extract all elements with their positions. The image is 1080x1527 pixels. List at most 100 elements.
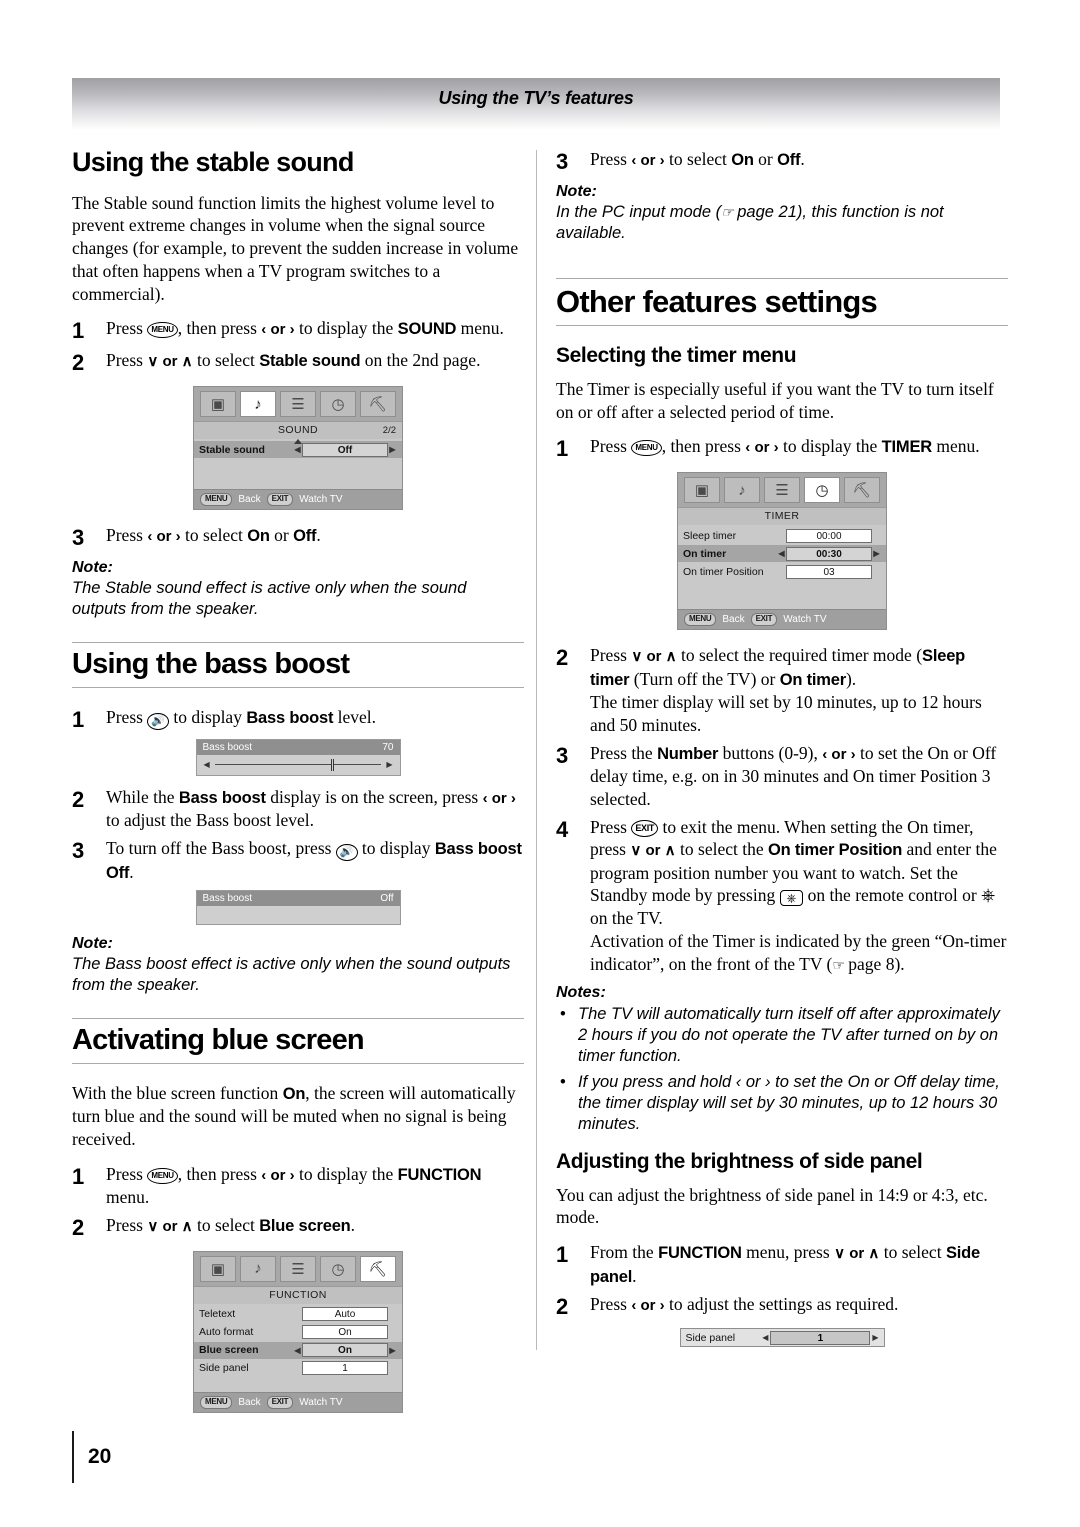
bass-boost-level-bar: Bass boost 70 ◀ ▶	[195, 738, 401, 776]
note-heading: Note:	[72, 935, 113, 953]
osd-row-auto-format[interactable]: Auto format On	[194, 1324, 402, 1341]
bar-track[interactable]: ◀ ▶	[196, 754, 400, 775]
bar-label: Bass boost	[202, 741, 252, 753]
stable-sound-intro: The Stable sound function limits the hig…	[72, 192, 519, 304]
lines-icon[interactable]: ☰	[280, 1255, 316, 1282]
page-number: 20	[88, 1445, 112, 1468]
bar-header: Bass boost 70	[196, 739, 400, 755]
lines-icon[interactable]: ☰	[764, 477, 800, 504]
step-text-pre: Press	[106, 318, 148, 339]
step-bold-position: On timer Position	[767, 841, 903, 860]
list-item: The TV will automatically turn itself of…	[556, 1004, 1008, 1067]
osd-row-sleep-timer[interactable]: Sleep timer 00:00	[678, 527, 886, 544]
arrow-glyphs: ∨ or ∧	[631, 648, 677, 666]
left-arrow-icon[interactable]: ◀	[293, 445, 302, 454]
side-panel-step-2: 2 Press ‹ or › to adjust the settings as…	[556, 1293, 1008, 1320]
step-text-post: to display the	[294, 1163, 398, 1184]
stable-sound-step-1: 1 Press MENU, then press ‹ or › to displ…	[72, 317, 524, 344]
exit-button-icon[interactable]: EXIT	[266, 493, 294, 507]
sound-icon[interactable]: ♪	[240, 391, 276, 418]
lines-icon[interactable]: ☰	[280, 391, 316, 418]
step-bold: TIMER	[881, 438, 933, 457]
osd-row-value: Off	[302, 442, 388, 457]
arrow-glyphs: ‹ or ›	[631, 1297, 665, 1315]
osd-title: TIMER	[764, 510, 800, 523]
side-panel-value-bar[interactable]: Side panel ◀ 1 ▶	[679, 1328, 885, 1348]
step-text-post: to select	[180, 525, 248, 546]
step-text-end2: on the remote control or	[803, 885, 982, 906]
power-symbol-icon: ⎈	[981, 885, 996, 906]
bar-header: Bass boost Off	[196, 891, 400, 907]
column-divider	[536, 150, 537, 1350]
left-arrow-icon[interactable]: ◀	[293, 1346, 302, 1355]
menu-key-icon: MENU	[147, 322, 178, 339]
step-text-end: menu.	[106, 1187, 150, 1208]
step-bold: FUNCTION	[397, 1165, 482, 1184]
right-arrow-icon[interactable]: ▶	[386, 760, 392, 769]
wrench-icon[interactable]: ⛏	[360, 1255, 396, 1282]
menu-button-icon[interactable]: MENU	[200, 1395, 233, 1409]
osd-row-on-timer-position[interactable]: On timer Position 03	[678, 563, 886, 580]
step-text-pre: Press	[590, 149, 632, 169]
osd-row-on-timer[interactable]: On timer ◀ 00:30 ▶	[678, 545, 886, 563]
osd-row-side-panel[interactable]: Side panel 1	[194, 1360, 402, 1377]
step-text-end: menu.	[456, 318, 504, 339]
wrench-icon[interactable]: ⛏	[844, 477, 880, 504]
osd-title: SOUND	[278, 424, 318, 437]
step-text-mid: (Turn off the TV) or	[629, 668, 780, 689]
menu-key-icon: MENU	[631, 440, 662, 457]
clock-icon[interactable]: ◷	[804, 477, 840, 504]
left-arrow-icon[interactable]: ◀	[762, 1333, 768, 1342]
step-text: Press MENU, then press ‹ or › to display…	[106, 1163, 524, 1209]
step-bold-on: On	[247, 527, 270, 546]
arrow-glyphs: ‹ or ›	[482, 789, 516, 807]
step-text-post: to select	[192, 350, 260, 371]
timer-step-3: 3 Press the Number buttons (0-9), ‹ or ›…	[556, 742, 1008, 811]
list-item: If you press and hold ‹ or › to set the …	[556, 1072, 1008, 1135]
osd-page-indicator: 2/2	[382, 424, 396, 436]
step-text-end: .	[632, 1265, 637, 1286]
osd-footer-label-back: Back	[722, 614, 745, 626]
step-bold-on-timer: On timer	[779, 670, 846, 689]
clock-icon[interactable]: ◷	[320, 1255, 356, 1282]
notes-heading: Notes:	[556, 983, 606, 1001]
sound-icon[interactable]: ♪	[724, 477, 760, 504]
osd-row-label: Teletext	[199, 1308, 236, 1321]
step-text: To turn off the Bass boost, press 🔊 to d…	[106, 837, 524, 884]
clock-icon[interactable]: ◷	[320, 391, 356, 418]
osd-row-teletext[interactable]: Teletext Auto	[194, 1306, 402, 1323]
osd-row-blue-screen[interactable]: Blue screen ◀ On ▶	[194, 1341, 402, 1359]
left-arrow-icon[interactable]: ◀	[204, 760, 210, 769]
osd-footer: MENU Back EXIT Watch TV	[194, 1391, 402, 1412]
heading-selecting-timer-menu: Selecting the timer menu	[556, 343, 797, 367]
bar-value: 70	[382, 741, 394, 753]
right-arrow-icon[interactable]: ▶	[872, 549, 881, 558]
step-bold: Bass boost	[246, 708, 334, 727]
menu-button-icon[interactable]: MENU	[200, 493, 233, 507]
bar-knob[interactable]	[331, 758, 335, 771]
exit-button-icon[interactable]: EXIT	[266, 1395, 294, 1409]
page-header-band: Using the TV’s features	[72, 78, 1000, 130]
osd-empty-area	[194, 1378, 402, 1392]
menu-button-icon[interactable]: MENU	[684, 613, 717, 627]
step-text-post: to select	[664, 149, 732, 169]
step-text-pre: Press the	[590, 742, 658, 763]
osd-title-row: FUNCTION	[194, 1286, 402, 1304]
step-text-mid: , then press	[177, 1163, 262, 1184]
picture-icon[interactable]: ▣	[684, 477, 720, 504]
step-bold-off: Off	[777, 151, 801, 169]
osd-tab-row: ▣ ♪ ☰ ◷ ⛏	[194, 1251, 402, 1287]
right-arrow-icon[interactable]: ▶	[388, 1346, 397, 1355]
step-bold: Stable sound	[259, 352, 361, 371]
picture-icon[interactable]: ▣	[200, 391, 236, 418]
sound-icon[interactable]: ♪	[240, 1255, 276, 1282]
right-arrow-icon[interactable]: ▶	[388, 445, 397, 454]
step-text-end: level.	[333, 706, 377, 727]
picture-icon[interactable]: ▣	[200, 1255, 236, 1282]
osd-footer-label-back: Back	[238, 494, 261, 506]
left-arrow-icon[interactable]: ◀	[777, 549, 786, 558]
right-arrow-icon[interactable]: ▶	[872, 1333, 878, 1342]
wrench-icon[interactable]: ⛏	[360, 391, 396, 418]
step-text-post: to display the	[778, 436, 882, 457]
exit-button-icon[interactable]: EXIT	[750, 613, 778, 627]
